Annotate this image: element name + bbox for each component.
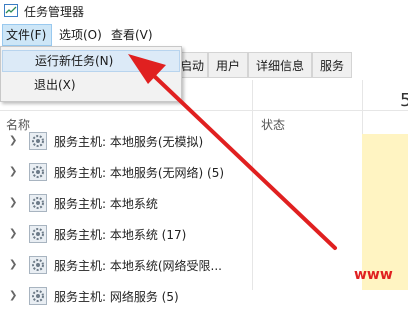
window-title: 任务管理器: [24, 5, 85, 19]
process-row[interactable]: ❯ 服务主机: 本地系统(网络受限...: [0, 250, 362, 280]
process-name: 服务主机: 网络服务 (5): [54, 290, 179, 304]
file-dropdown-menu: 运行新任务(N) 退出(X): [0, 46, 182, 102]
watermark-text: www: [354, 267, 393, 283]
process-name: 服务主机: 本地系统(网络受限...: [54, 259, 222, 273]
tab-details[interactable]: 详细信息: [248, 52, 312, 78]
expand-chevron-icon[interactable]: ❯: [9, 197, 17, 208]
tab-services[interactable]: 服务: [312, 52, 352, 78]
process-row[interactable]: ❯ 服务主机: 本地服务(无网络) (5): [0, 157, 362, 187]
cpu-percent: 5: [400, 90, 408, 111]
header-separator: [0, 110, 408, 111]
process-name: 服务主机: 本地系统 (17): [54, 228, 187, 242]
exit-menu-item[interactable]: 退出(X): [2, 74, 180, 96]
service-host-icon: [29, 163, 47, 181]
expand-chevron-icon[interactable]: ❯: [9, 166, 17, 177]
expand-chevron-icon[interactable]: ❯: [9, 135, 17, 146]
service-host-icon: [29, 256, 47, 274]
menu-bar: 文件(F) 选项(O) 查看(V): [0, 24, 408, 46]
service-host-icon: [29, 225, 47, 243]
menu-options[interactable]: 选项(O): [56, 24, 105, 46]
service-host-icon: [29, 132, 47, 150]
expand-chevron-icon[interactable]: ❯: [9, 259, 17, 270]
tab-users[interactable]: 用户: [208, 52, 248, 78]
process-row[interactable]: ❯ 服务主机: 网络服务 (5): [0, 281, 362, 311]
run-new-task-menu-item[interactable]: 运行新任务(N): [2, 50, 180, 72]
process-name: 服务主机: 本地系统: [54, 197, 158, 211]
menu-view[interactable]: 查看(V): [108, 24, 156, 46]
process-row[interactable]: ❯ 服务主机: 本地系统: [0, 188, 362, 218]
title-bar: 任务管理器: [0, 0, 408, 22]
expand-chevron-icon[interactable]: ❯: [9, 228, 17, 239]
service-host-icon: [29, 194, 47, 212]
process-row[interactable]: ❯ 服务主机: 本地服务(无模拟): [0, 126, 362, 156]
task-manager-icon: [4, 4, 18, 17]
process-name: 服务主机: 本地服务(无模拟): [54, 135, 204, 149]
process-row[interactable]: ❯ 服务主机: 本地系统 (17): [0, 219, 362, 249]
menu-file[interactable]: 文件(F): [2, 24, 52, 46]
process-name: 服务主机: 本地服务(无网络) (5): [54, 166, 225, 180]
expand-chevron-icon[interactable]: ❯: [9, 290, 17, 301]
